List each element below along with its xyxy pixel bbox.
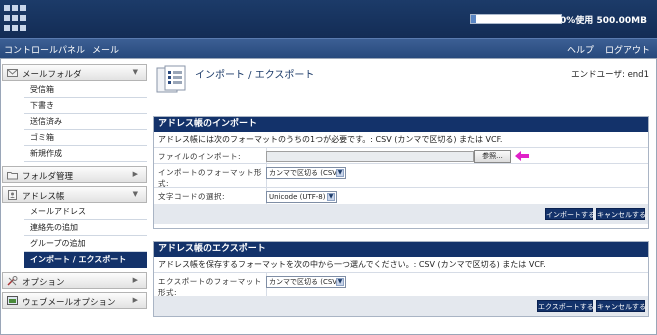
sidebar-section-label: フォルダ管理 bbox=[22, 172, 74, 182]
chevron-down-icon: ▼ bbox=[336, 278, 344, 286]
import-cancel-button[interactable]: キャンセルする bbox=[596, 208, 646, 220]
envelope-icon bbox=[7, 69, 18, 77]
nav-logout[interactable]: ログアウト bbox=[605, 43, 650, 56]
export-button[interactable]: エクスポートする bbox=[537, 300, 594, 312]
webmail-settings-icon bbox=[7, 296, 18, 305]
sidebar-item-compose[interactable]: 新規作成 bbox=[24, 146, 147, 162]
export-button-row: エクスポートする キャンセルする bbox=[154, 296, 648, 316]
sidebar-section-webmail-options[interactable]: ウェブメールオプション ▶ bbox=[2, 292, 147, 309]
charset-row: 文字コードの選択: Unicode (UTF-8) ▼ bbox=[154, 187, 648, 204]
sidebar-item-email-addresses[interactable]: メールアドレス bbox=[24, 204, 147, 220]
sidebar-item-trash[interactable]: ゴミ箱 bbox=[24, 130, 147, 146]
top-bar: 0%使用 500.00MB bbox=[0, 0, 657, 38]
import-format-row: インポートのフォーマット形式: カンマで区切る (CSV) ▼ bbox=[154, 163, 648, 188]
sidebar-item-inbox[interactable]: 受信箱 bbox=[24, 82, 147, 98]
chevron-right-icon: ▶ bbox=[132, 170, 138, 178]
export-cancel-button[interactable]: キャンセルする bbox=[596, 300, 646, 312]
import-file-label: ファイルのインポート: bbox=[158, 152, 242, 161]
import-export-page-icon bbox=[156, 65, 186, 93]
address-book-icon bbox=[8, 190, 17, 200]
sidebar-section-label: オプション bbox=[22, 278, 65, 288]
nav-bar: コントロールパネル メール ヘルプ ログアウト bbox=[0, 38, 657, 58]
sidebar-item-add-contact[interactable]: 連絡先の追加 bbox=[24, 220, 147, 236]
export-panel: アドレス帳のエクスポート アドレス帳を保存するフォーマットを次の中から一つ選んで… bbox=[153, 241, 649, 317]
sidebar-item-add-group[interactable]: グループの追加 bbox=[24, 236, 147, 252]
storage-usage-fill bbox=[471, 15, 476, 23]
chevron-right-icon: ▶ bbox=[132, 296, 138, 304]
chevron-down-icon: ▼ bbox=[336, 169, 344, 177]
sidebar-section-options[interactable]: オプション ▶ bbox=[2, 272, 147, 289]
nav-mail[interactable]: メール bbox=[92, 43, 119, 56]
nav-help[interactable]: ヘルプ bbox=[567, 43, 594, 56]
chevron-right-icon: ▶ bbox=[132, 276, 138, 284]
import-button-row: インポートする キャンセルする bbox=[154, 204, 648, 224]
charset-value: Unicode (UTF-8) bbox=[269, 193, 326, 201]
sidebar-item-sent[interactable]: 送信済み bbox=[24, 114, 147, 130]
chevron-down-icon: ▼ bbox=[132, 68, 138, 76]
chevron-down-icon: ▼ bbox=[132, 190, 138, 198]
pointer-arrow-icon bbox=[515, 151, 529, 161]
mail-folder-list: 受信箱 下書き 送信済み ゴミ箱 新規作成 bbox=[24, 82, 147, 162]
import-panel: アドレス帳のインポート アドレス帳には次のフォーマットのうちの1つが必要です。:… bbox=[153, 116, 649, 229]
export-format-value: カンマで区切る (CSV) bbox=[269, 278, 340, 286]
page-title: インポート / エクスポート bbox=[195, 70, 315, 81]
export-panel-heading: アドレス帳のエクスポート bbox=[154, 242, 648, 257]
import-format-select[interactable]: カンマで区切る (CSV) ▼ bbox=[266, 167, 346, 179]
sidebar-item-drafts[interactable]: 下書き bbox=[24, 98, 147, 114]
sidebar-section-address-book[interactable]: アドレス帳 ▼ bbox=[2, 186, 147, 203]
sidebar-section-label: アドレス帳 bbox=[22, 192, 65, 202]
export-description: アドレス帳を保存するフォーマットを次の中から一つ選んでください。: CSV (カ… bbox=[158, 260, 546, 269]
export-format-row: エクスポートのフォーマット形式: カンマで区切る (CSV) ▼ bbox=[154, 272, 648, 297]
import-panel-heading: アドレス帳のインポート bbox=[154, 117, 648, 132]
chevron-down-icon: ▼ bbox=[327, 193, 335, 201]
import-format-value: カンマで区切る (CSV) bbox=[269, 169, 340, 177]
sidebar-section-mail-folder[interactable]: メールフォルダ ▼ bbox=[2, 64, 147, 81]
charset-label: 文字コードの選択: bbox=[158, 192, 226, 201]
end-user-label: エンドユーザ: end1 bbox=[571, 70, 649, 80]
browse-button[interactable]: 参照... bbox=[474, 150, 511, 163]
import-file-input[interactable] bbox=[266, 151, 474, 162]
storage-usage-text: 0%使用 500.00MB bbox=[560, 16, 647, 26]
import-description: アドレス帳には次のフォーマットのうちの1つが必要です。: CSV (カンマで区切… bbox=[158, 135, 503, 144]
sidebar-section-label: ウェブメールオプション bbox=[22, 298, 116, 308]
sidebar: メールフォルダ ▼ 受信箱 下書き 送信済み ゴミ箱 新規作成 フォルダ管理 ▶… bbox=[2, 64, 147, 312]
import-file-row: ファイルのインポート: 参照... bbox=[154, 147, 648, 163]
export-format-label: エクスポートのフォーマット形式: bbox=[158, 277, 262, 297]
tools-icon bbox=[7, 276, 18, 286]
folder-icon bbox=[7, 172, 18, 180]
export-format-select[interactable]: カンマで区切る (CSV) ▼ bbox=[266, 276, 346, 288]
sidebar-section-label: メールフォルダ bbox=[22, 70, 82, 80]
app-logo-icon bbox=[4, 5, 26, 33]
import-format-label: インポートのフォーマット形式: bbox=[158, 168, 262, 188]
sidebar-section-folder-manage[interactable]: フォルダ管理 ▶ bbox=[2, 166, 147, 183]
nav-control-panel[interactable]: コントロールパネル bbox=[4, 43, 85, 56]
storage-usage-bar bbox=[470, 14, 562, 24]
charset-select[interactable]: Unicode (UTF-8) ▼ bbox=[266, 191, 337, 203]
import-button[interactable]: インポートする bbox=[545, 208, 595, 220]
sidebar-item-import-export[interactable]: インポート / エクスポート bbox=[24, 252, 147, 268]
address-book-list: メールアドレス 連絡先の追加 グループの追加 インポート / エクスポート bbox=[24, 204, 147, 268]
